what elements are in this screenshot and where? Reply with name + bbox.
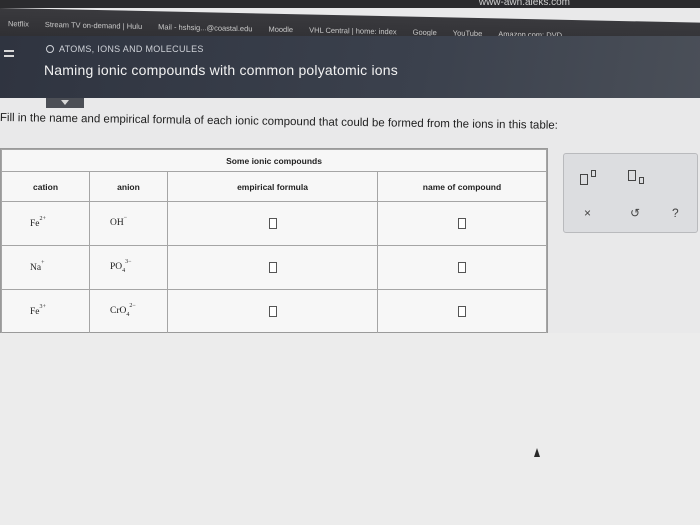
help-button[interactable]: ?	[672, 206, 679, 220]
cation-cell: Fe2+	[1, 201, 90, 246]
header-anion: anion	[89, 171, 168, 202]
bookmark-netflix[interactable]: Netflix	[0, 19, 37, 29]
table-caption: Some ionic compounds	[1, 149, 547, 172]
menu-icon[interactable]	[4, 50, 14, 62]
bookmark-hulu[interactable]: Stream TV on-demand | Hulu	[37, 19, 150, 30]
browser-url-strip: www-awn.aleks.com	[0, 0, 700, 8]
anion-cell: PO43−	[89, 245, 168, 290]
clear-button[interactable]: ×	[584, 206, 591, 220]
compound-name-answer[interactable]	[377, 245, 547, 290]
compound-name-answer[interactable]	[377, 201, 547, 246]
breadcrumb[interactable]: ATOMS, IONS AND MOLECULES	[46, 44, 204, 54]
breadcrumb-label: ATOMS, IONS AND MOLECULES	[59, 44, 204, 54]
compound-name-input[interactable]	[458, 262, 466, 274]
ionic-compounds-table: Some ionic compounds cation anion empiri…	[0, 148, 548, 334]
instruction-text: Fill in the name and empirical formula o…	[0, 112, 558, 132]
bookmark-mail[interactable]: Mail - hshsig...@coastal.edu	[150, 22, 260, 33]
answer-palette: × ↺ ?	[563, 153, 698, 233]
content-background	[0, 333, 700, 525]
header-cation: cation	[1, 171, 90, 202]
mouse-cursor-icon	[534, 448, 540, 457]
url-text[interactable]: www-awn.aleks.com	[479, 0, 570, 8]
cation-cell: Fe3+	[1, 289, 90, 334]
empirical-formula-input[interactable]	[268, 262, 277, 274]
bookmark-moodle[interactable]: Moodle	[260, 24, 301, 34]
undo-button[interactable]: ↺	[630, 206, 640, 220]
superscript-button[interactable]	[580, 168, 602, 188]
compound-name-input[interactable]	[458, 306, 466, 318]
bookmark-vhl[interactable]: VHL Central | home: index	[301, 25, 405, 36]
cation-cell: Na+	[1, 245, 90, 290]
superscript-icon	[580, 174, 588, 185]
empirical-formula-answer[interactable]	[167, 289, 378, 334]
collapse-chevron-icon[interactable]	[46, 98, 84, 108]
compound-name-answer[interactable]	[377, 289, 547, 334]
subscript-icon	[628, 170, 636, 181]
chevron-circle-icon	[46, 45, 54, 53]
empirical-formula-input[interactable]	[268, 218, 277, 230]
empirical-formula-input[interactable]	[268, 306, 277, 318]
topic-header: ATOMS, IONS AND MOLECULES Naming ionic c…	[0, 36, 700, 98]
empirical-formula-answer[interactable]	[167, 201, 378, 246]
table-row: Fe2+ OH−	[1, 201, 547, 246]
subscript-button[interactable]	[628, 168, 650, 188]
page-title: Naming ionic compounds with common polya…	[44, 62, 398, 78]
header-compound-name: name of compound	[377, 171, 547, 202]
compound-name-input[interactable]	[458, 218, 466, 230]
header-empirical-formula: empirical formula	[167, 171, 378, 202]
empirical-formula-answer[interactable]	[167, 245, 378, 290]
anion-cell: CrO42−	[89, 289, 168, 334]
table-row: Fe3+ CrO42−	[1, 289, 547, 334]
table-row: Na+ PO43−	[1, 245, 547, 290]
anion-cell: OH−	[89, 201, 168, 246]
